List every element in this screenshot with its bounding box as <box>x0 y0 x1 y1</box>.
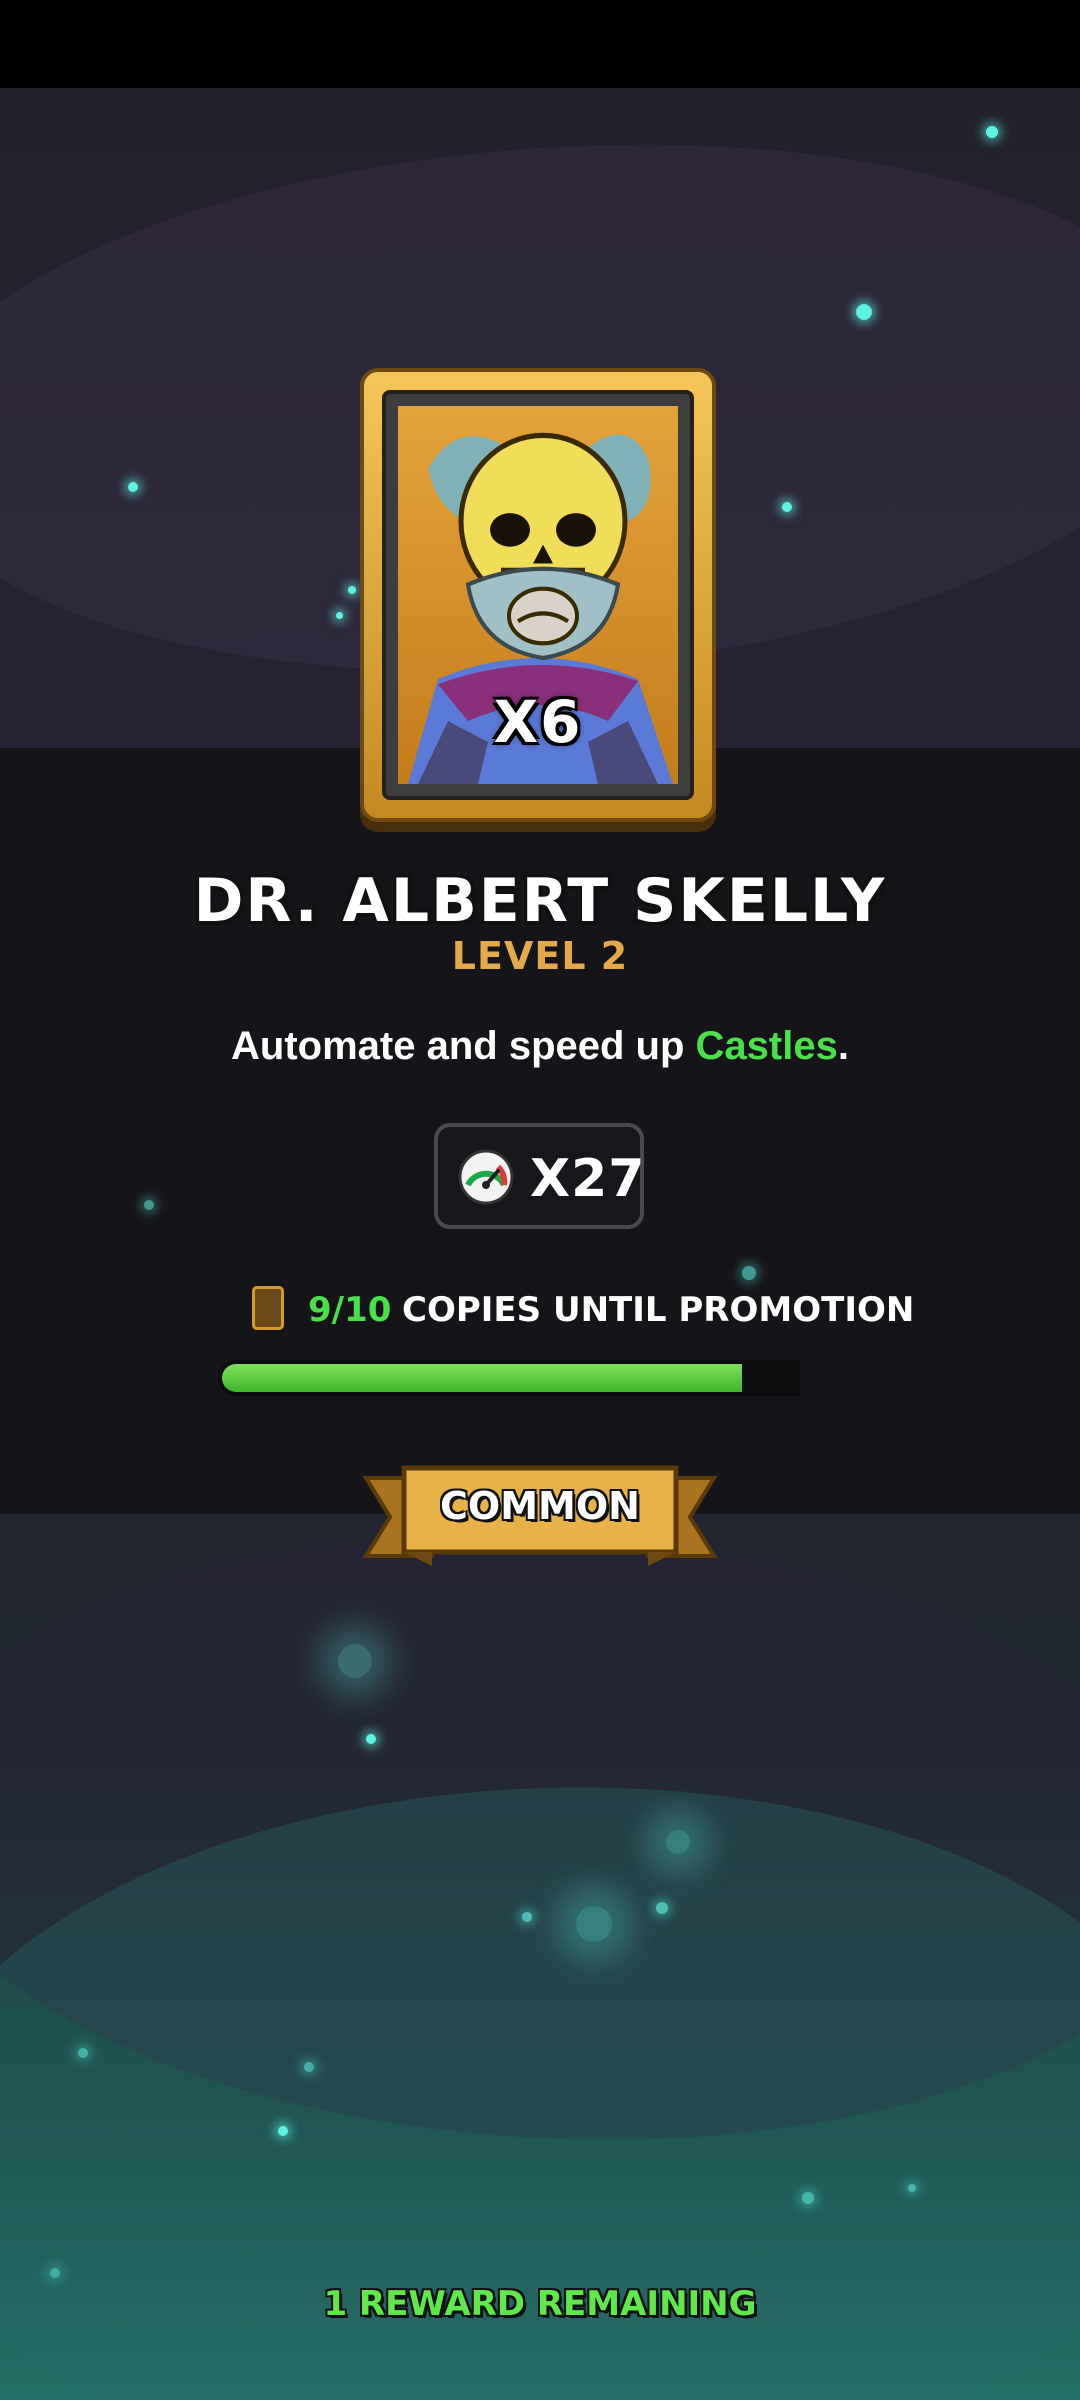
glow-particle <box>908 2184 916 2192</box>
glow-particle <box>856 304 872 320</box>
glow-particle <box>782 502 792 512</box>
description-highlight: Castles <box>695 1024 838 1068</box>
glow-particle <box>348 586 356 594</box>
hero-name: DR. ALBERT SKELLY <box>193 866 887 936</box>
glow-particle <box>78 2048 88 2058</box>
glow-particle <box>742 1266 756 1280</box>
copies-count: 9/10 <box>308 1290 392 1330</box>
rewards-remaining: 1 REWARD REMAINING <box>323 2284 757 2324</box>
glow-particle <box>986 126 998 138</box>
glow-orb <box>576 1906 612 1942</box>
glow-particle <box>366 1734 376 1744</box>
glow-particle <box>304 2062 314 2072</box>
hero-description: Automate and speed up Castles. <box>0 1024 1080 1069</box>
glow-orb <box>666 1830 690 1854</box>
promotion-copies-row: 9/10 COPIES UNTIL PROMOTION <box>250 1284 914 1336</box>
promotion-progress-fill <box>222 1364 742 1392</box>
promotion-progress-bar <box>218 1360 800 1396</box>
glow-particle <box>128 482 138 492</box>
copies-label: COPIES UNTIL PROMOTION <box>402 1290 915 1330</box>
glow-particle <box>522 1912 532 1922</box>
card-copy-icon <box>252 1286 284 1330</box>
card-count: X6 <box>493 688 583 756</box>
description-text: Automate and speed up <box>231 1024 696 1068</box>
hero-card[interactable]: X6 <box>360 368 716 822</box>
glow-particle <box>144 1200 154 1210</box>
glow-particle <box>656 1902 668 1914</box>
rarity-ribbon: COMMON <box>362 1456 718 1572</box>
description-end: . <box>837 1024 849 1068</box>
rarity-label: COMMON <box>440 1484 640 1528</box>
glow-particle <box>336 612 343 619</box>
glow-particle <box>278 2126 288 2136</box>
glow-particle <box>802 2192 814 2204</box>
speed-multiplier-badge: X27 <box>434 1123 644 1229</box>
hero-level: LEVEL 2 <box>451 934 629 978</box>
glow-orb <box>338 1644 372 1678</box>
multiplier-value: X27 <box>530 1149 646 1209</box>
status-bar <box>0 0 1080 88</box>
glow-particle <box>50 2268 60 2278</box>
speedometer-icon <box>458 1149 514 1205</box>
